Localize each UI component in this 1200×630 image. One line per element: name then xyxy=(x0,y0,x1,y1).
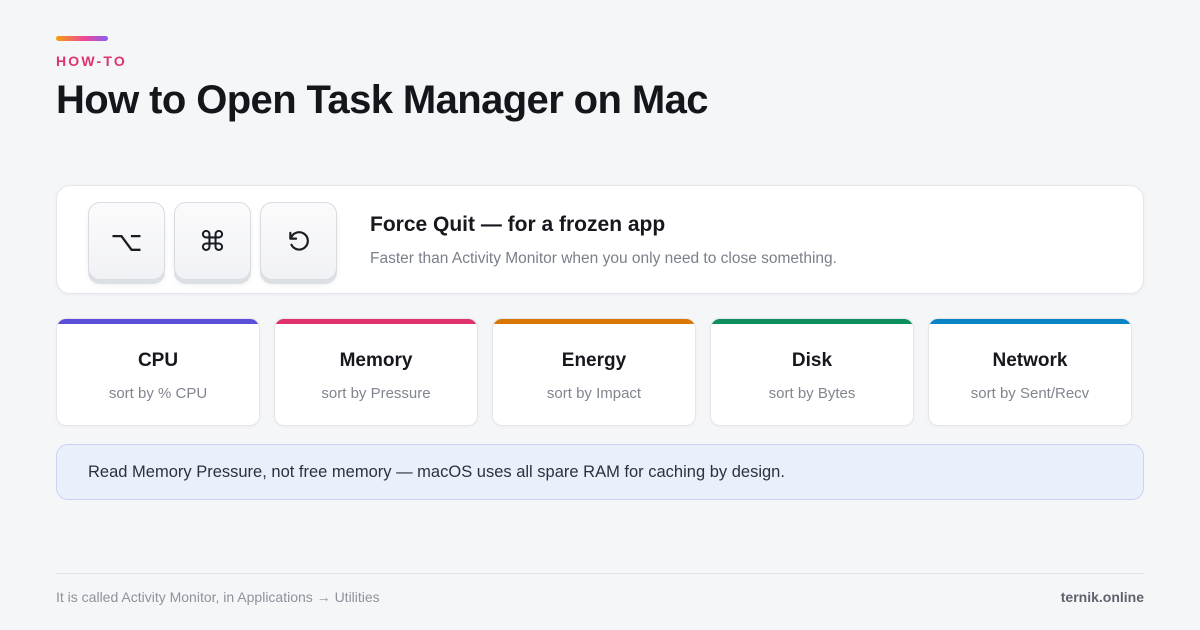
command-key-icon: ⌘ xyxy=(174,202,251,280)
footer-note: It is called Activity Monitor, in Applic… xyxy=(56,589,380,605)
tab-stripe xyxy=(275,319,477,324)
shortcut-card: ⌥ ⌘ Force Quit — for a frozen app Faster… xyxy=(56,185,1144,294)
footer-divider xyxy=(56,573,1144,574)
tab-stripe xyxy=(929,319,1131,324)
tab-sort-hint: sort by Sent/Recv xyxy=(970,385,1090,402)
tab-sort-hint: sort by Bytes xyxy=(768,385,856,402)
shortcut-description: Faster than Activity Monitor when you on… xyxy=(370,250,837,267)
activity-monitor-tabs: CPU sort by % CPU Memory sort by Pressur… xyxy=(56,318,1132,426)
shortcut-title: Force Quit — for a frozen app xyxy=(370,213,666,236)
tab-name: Energy xyxy=(561,350,627,371)
page-title: How to Open Task Manager on Mac xyxy=(56,78,708,122)
escape-key-icon xyxy=(260,202,337,280)
tab-card-cpu: CPU sort by % CPU xyxy=(56,318,260,426)
tab-sort-hint: sort by Pressure xyxy=(321,385,431,402)
option-key-icon: ⌥ xyxy=(88,202,165,280)
tab-card-disk: Disk sort by Bytes xyxy=(710,318,914,426)
tip-text: Read Memory Pressure, not free memory — … xyxy=(88,462,785,481)
tab-card-memory: Memory sort by Pressure xyxy=(274,318,478,426)
memory-tip-callout: Read Memory Pressure, not free memory — … xyxy=(56,444,1144,500)
tab-stripe xyxy=(711,319,913,324)
tab-stripe xyxy=(57,319,259,324)
tab-name: Memory xyxy=(339,350,413,371)
tab-sort-hint: sort by % CPU xyxy=(108,385,208,402)
footer-brand: ternik.online xyxy=(1060,589,1144,605)
tab-card-energy: Energy sort by Impact xyxy=(492,318,696,426)
tab-card-network: Network sort by Sent/Recv xyxy=(928,318,1132,426)
accent-bar xyxy=(56,36,108,41)
tab-name: Disk xyxy=(791,350,833,371)
eyebrow-label: HOW-TO xyxy=(56,53,127,69)
tab-sort-hint: sort by Impact xyxy=(546,385,642,402)
shortcut-keys: ⌥ ⌘ xyxy=(88,202,337,280)
tab-name: CPU xyxy=(137,350,179,371)
tab-stripe xyxy=(493,319,695,324)
tab-name: Network xyxy=(992,350,1068,371)
